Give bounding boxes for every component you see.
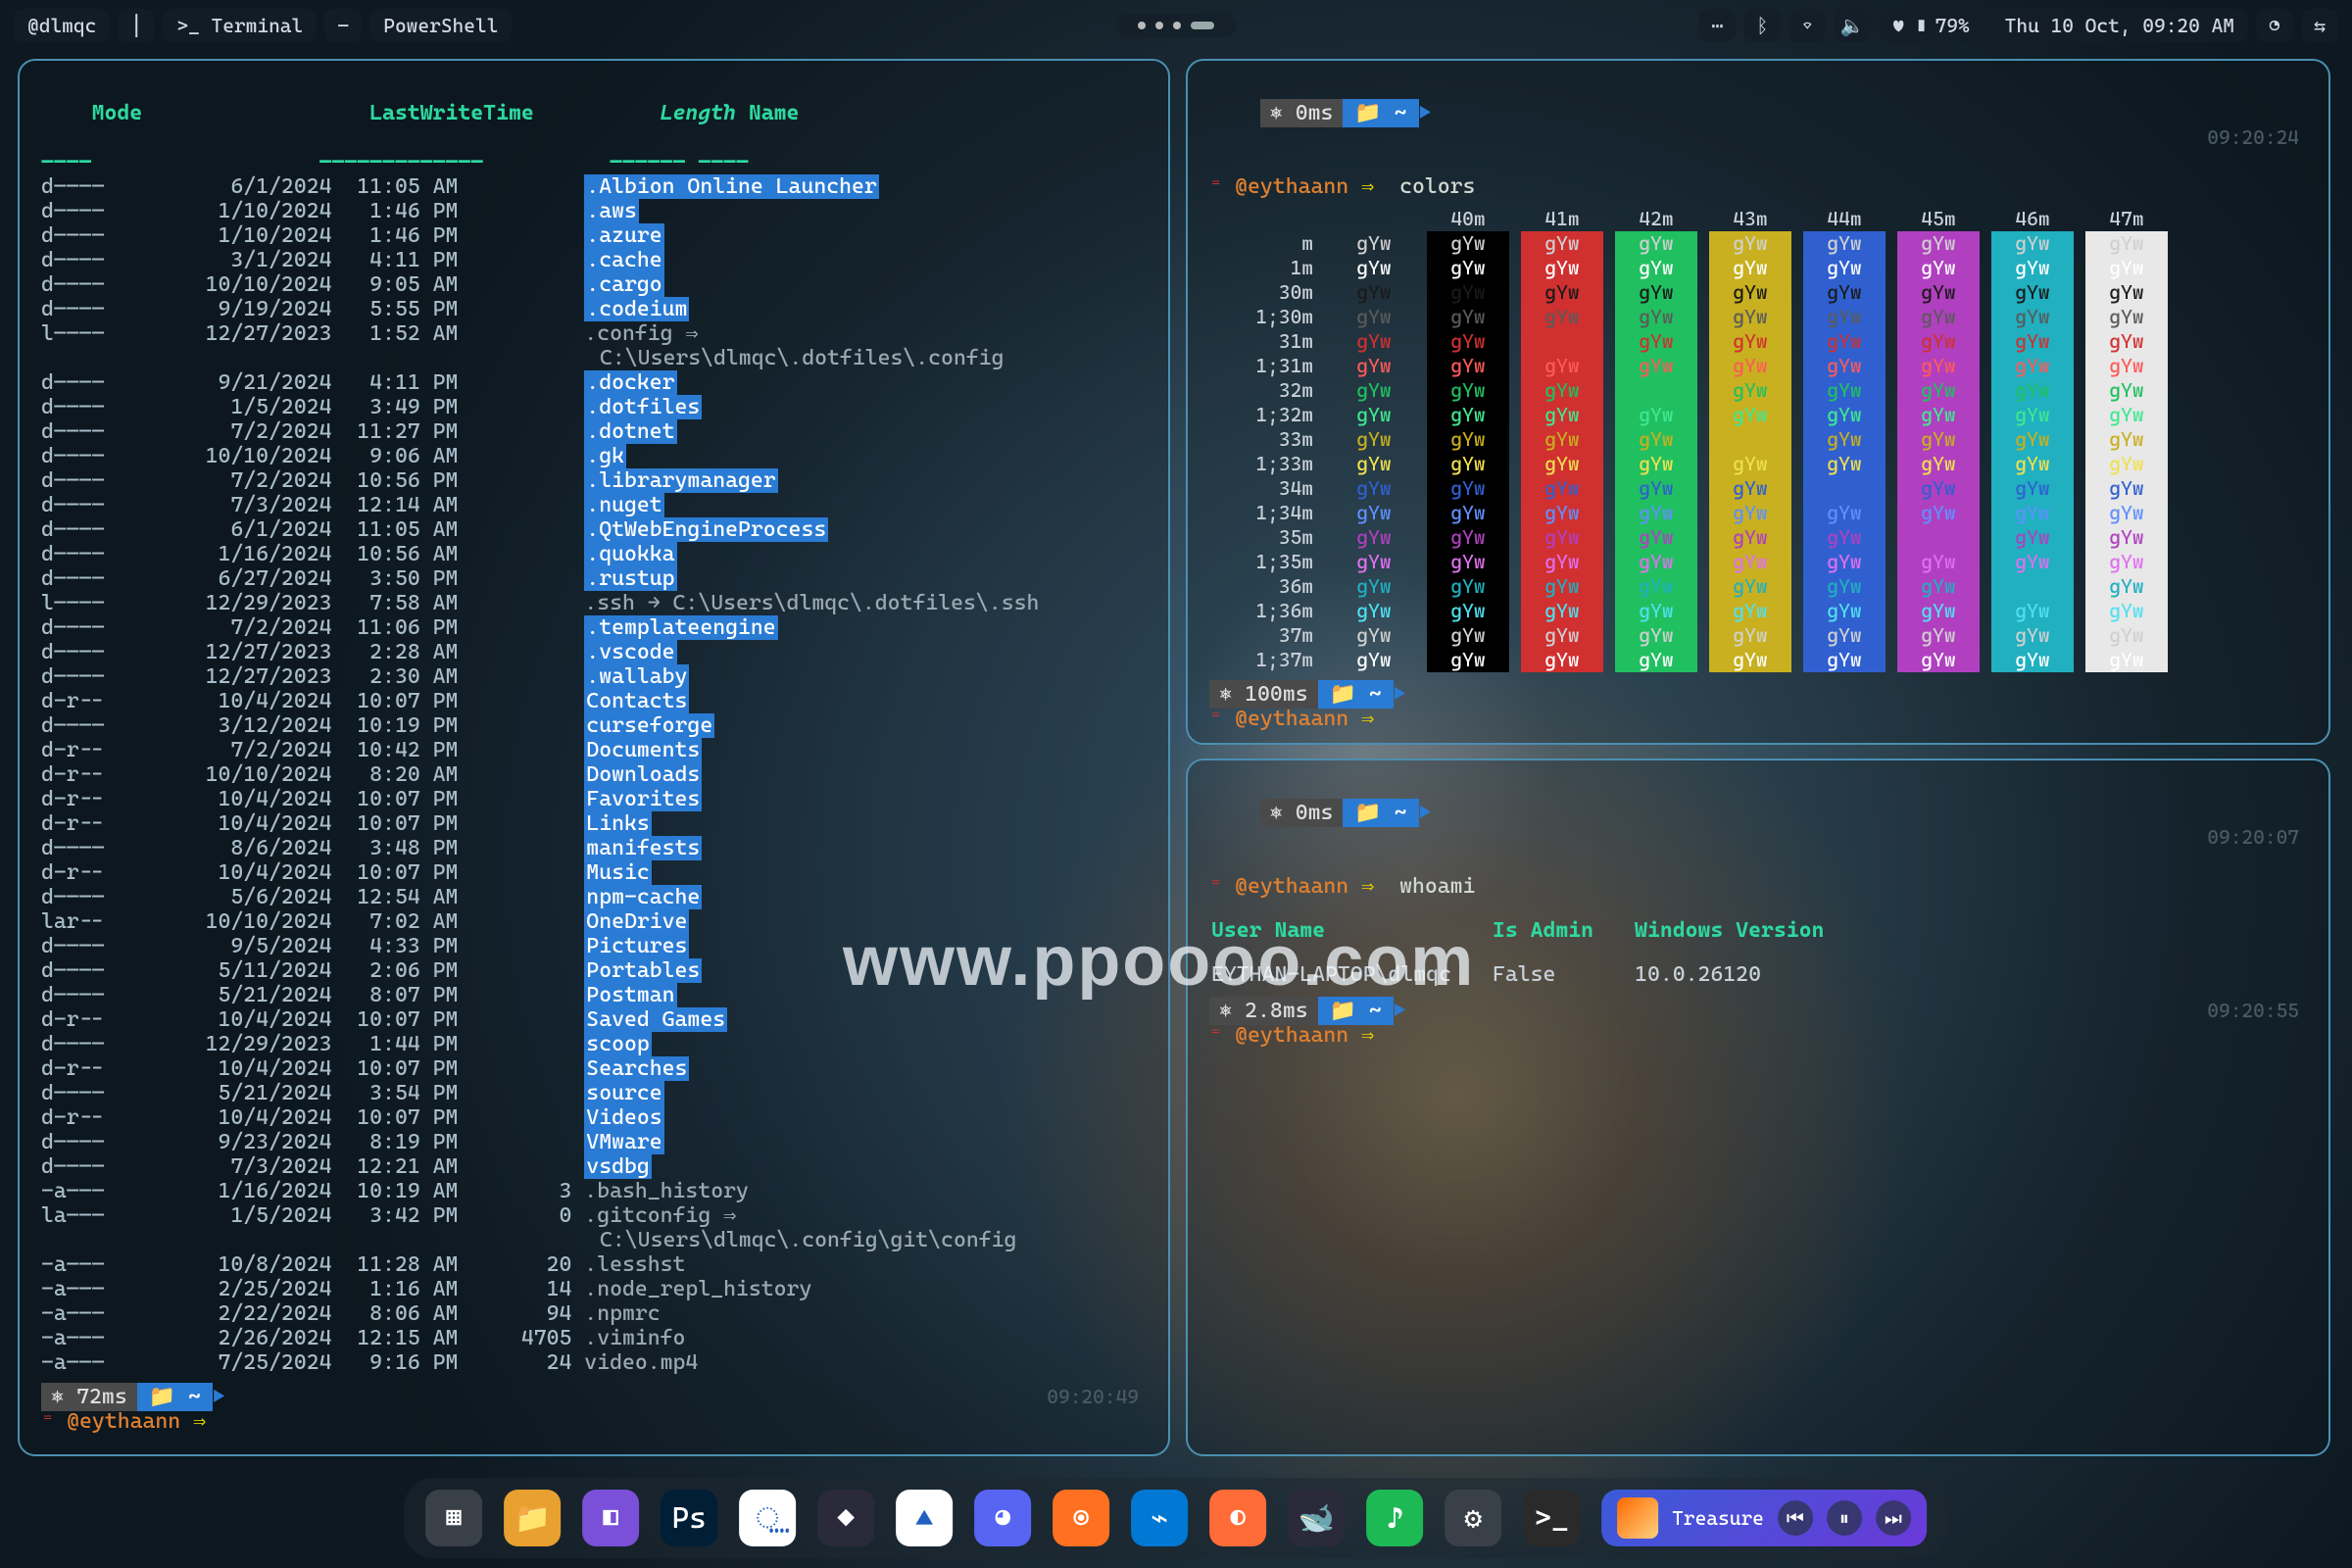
file-row: d———— 5/21/2024 3:54 PM source	[41, 1081, 1147, 1105]
file-row: d———— 7/2/2024 11:27 PM .dotnet	[41, 419, 1147, 444]
file-row: d-r-- 10/4/2024 10:07 PM Saved Games	[41, 1007, 1147, 1032]
file-row: -a——— 2/22/2024 8:06 AM 94 .npmrc	[41, 1301, 1147, 1326]
file-row: d———— 12/27/2023 2:30 AM .wallaby	[41, 664, 1147, 689]
file-row: l———— 12/27/2023 1:52 AM .config ⇒	[41, 321, 1147, 346]
split-icon[interactable]: ⎮	[118, 9, 155, 42]
file-row: d-r-- 10/4/2024 10:07 PM Searches	[41, 1056, 1147, 1081]
file-row: d———— 3/1/2024 4:11 PM .cache	[41, 248, 1147, 272]
file-row: lar-- 10/10/2024 7:02 AM OneDrive	[41, 909, 1147, 934]
volume-icon[interactable]: 🔈	[1834, 9, 1871, 42]
file-row: d———— 12/29/2023 1:44 PM scoop	[41, 1032, 1147, 1056]
terminal-pane-whoami[interactable]: ⎈ 0ms📁 ~▶ 09:20:07 ⁼ @eythaann ⇒ whoami …	[1186, 759, 2330, 1456]
file-row: d———— 6/27/2024 3:50 PM .rustup	[41, 566, 1147, 591]
file-row: d———— 1/10/2024 1:46 PM .azure	[41, 223, 1147, 248]
file-row: d-r-- 10/4/2024 10:07 PM Contacts	[41, 689, 1147, 713]
bell-icon[interactable]: ◔	[2256, 9, 2293, 42]
file-row: d-r-- 10/4/2024 10:07 PM Links	[41, 811, 1147, 836]
file-row: d———— 10/10/2024 9:05 AM .cargo	[41, 272, 1147, 297]
ansi-color-table: 40m41m42m43m44m45m46m47mmgYwgYwgYwgYwgYw…	[1209, 207, 2307, 672]
apps-icon[interactable]: ▦	[425, 1490, 482, 1546]
file-row: d-r-- 10/4/2024 10:07 PM Videos	[41, 1105, 1147, 1130]
media-next-icon[interactable]: ⏭	[1876, 1500, 1911, 1536]
file-row: d———— 1/16/2024 10:56 AM .quokka	[41, 542, 1147, 566]
file-row: -a——— 2/25/2024 1:16 AM 14 .node_repl_hi…	[41, 1277, 1147, 1301]
media-play-icon[interactable]: ⏸	[1827, 1500, 1862, 1536]
tab-terminal[interactable]: >_ Terminal	[163, 9, 317, 42]
file-row: d———— 5/11/2024 2:06 PM Portables	[41, 958, 1147, 983]
user-tag[interactable]: @dlmqc	[14, 9, 110, 42]
prompt-whoami: ⎈ 0ms📁 ~▶ 09:20:07	[1209, 776, 2307, 874]
file-row: -a——— 2/26/2024 12:15 AM 4705 .viminfo	[41, 1326, 1147, 1350]
file-row: d———— 7/2/2024 11:06 PM .templateengine	[41, 615, 1147, 640]
spotify-icon[interactable]: ♪	[1366, 1490, 1423, 1546]
terminal-pane-colors[interactable]: ⎈ 0ms📁 ~▶ 09:20:24 ⁼ @eythaann ⇒ colors …	[1186, 59, 2330, 745]
file-row: d———— 5/21/2024 8:07 PM Postman	[41, 983, 1147, 1007]
obsidian-icon[interactable]: ◆	[817, 1490, 874, 1546]
file-row: -a——— 10/8/2024 11:28 AM 20 .lesshst	[41, 1252, 1147, 1277]
discord-icon[interactable]: ◕	[974, 1490, 1031, 1546]
file-row: d———— 6/1/2024 11:05 AM .Albion Online L…	[41, 174, 1147, 199]
prompt-whoami-2: ⎈ 2.8ms📁 ~▶ 09:20:55	[1209, 999, 2307, 1023]
file-row: d———— 6/1/2024 11:05 AM .QtWebEngineProc…	[41, 517, 1147, 542]
firefox-icon[interactable]: ◉	[1053, 1490, 1109, 1546]
file-row: la——— 1/5/2024 3:42 PM 0 .gitconfig ⇒	[41, 1203, 1147, 1228]
terminal-pane-ls[interactable]: Mode LastWriteTime Length Name ———— ————…	[18, 59, 1170, 1456]
file-row: d-r-- 10/4/2024 10:07 PM Music	[41, 860, 1147, 885]
tab-powershell[interactable]: PowerShell	[369, 9, 512, 42]
file-row: d———— 7/3/2024 12:14 AM .nuget	[41, 493, 1147, 517]
menu-icon[interactable]: ⋯	[1698, 9, 1736, 42]
file-row: d-r-- 7/2/2024 10:42 PM Documents	[41, 738, 1147, 762]
col-lastwritetime: LastWriteTime	[369, 101, 534, 125]
file-row: d———— 3/12/2024 10:19 PM curseforge	[41, 713, 1147, 738]
file-row: d———— 9/21/2024 4:11 PM .docker	[41, 370, 1147, 395]
file-row: d———— 8/6/2024 3:48 PM manifests	[41, 836, 1147, 860]
top-bar: @dlmqc ⎮ >_ Terminal – PowerShell ⋯ ᛒ ⌔ …	[14, 8, 2338, 43]
file-row: -a——— 1/16/2024 10:19 AM 3 .bash_history	[41, 1179, 1147, 1203]
docker-icon[interactable]: 🐋	[1288, 1490, 1345, 1546]
postman-icon[interactable]: ◐	[1209, 1490, 1266, 1546]
screenshot-icon[interactable]: ◧	[582, 1490, 639, 1546]
file-row: d———— 9/5/2024 4:33 PM Pictures	[41, 934, 1147, 958]
photoshop-icon[interactable]: Ps	[661, 1490, 717, 1546]
file-row: d———— 1/5/2024 3:49 PM .dotfiles	[41, 395, 1147, 419]
col-length: Length	[661, 101, 736, 125]
media-title: Treasure	[1672, 1506, 1764, 1530]
taskbar-dock: ▦ 📁 ◧ Ps⵿ ◆ ▲ ◕ ◉ ⌁ ◐ 🐋 ♪ ⚙ >_ Treasure ⏮ ⏸ ⏭	[404, 1478, 1948, 1558]
file-row: -a——— 7/25/2024 9:16 PM 24 video.mp4	[41, 1350, 1147, 1375]
file-row: d———— 5/6/2024 12:54 AM npm-cache	[41, 885, 1147, 909]
file-row: d-r-- 10/4/2024 10:07 PM Favorites	[41, 787, 1147, 811]
minimize-icon[interactable]: –	[324, 9, 362, 42]
file-row: d———— 10/10/2024 9:06 AM .gk	[41, 444, 1147, 468]
battery-indicator[interactable]: ♥ ▮ 79%	[1879, 9, 1983, 42]
vscode-icon[interactable]: ⌁	[1131, 1490, 1188, 1546]
prompt-colors: ⎈ 0ms📁 ~▶ 09:20:24	[1209, 76, 2307, 174]
file-row: d———— 12/27/2023 2:28 AM .vscode	[41, 640, 1147, 664]
file-row: d———— 9/23/2024 8:19 PM VMware	[41, 1130, 1147, 1154]
col-name: Name	[749, 101, 800, 125]
files-icon[interactable]: 📁	[504, 1490, 561, 1546]
file-row: d———— 7/2/2024 10:56 PM .librarymanager	[41, 468, 1147, 493]
azure-icon[interactable]: ▲	[896, 1490, 953, 1546]
whoami-table: User NameIs AdminWindows Version EYTHAN-…	[1209, 916, 1865, 989]
toggle-icon[interactable]: ⇆	[2301, 9, 2338, 42]
prompt-colors-2: ⎈ 100ms📁 ~▶	[1209, 682, 2307, 707]
media-widget[interactable]: Treasure ⏮ ⏸ ⏭	[1601, 1490, 1927, 1546]
file-row: d———— 9/19/2024 5:55 PM .codeium	[41, 297, 1147, 321]
settings-icon[interactable]: ⚙	[1445, 1490, 1501, 1546]
file-row: d-r-- 10/10/2024 8:20 AM Downloads	[41, 762, 1147, 787]
file-row: d———— 1/10/2024 1:46 PM .aws	[41, 199, 1147, 223]
bluetooth-icon[interactable]: ᛒ	[1743, 9, 1781, 42]
wifi-icon[interactable]: ⌔	[1788, 9, 1826, 42]
file-row: l———— 12/29/2023 7:58 AM .ssh → C:\Users…	[41, 591, 1147, 615]
terminal-icon[interactable]: >_	[1523, 1490, 1580, 1546]
center-pill[interactable]	[1116, 14, 1236, 37]
slack-icon[interactable]: ⵿	[739, 1490, 796, 1546]
col-mode: Mode	[92, 101, 143, 125]
file-row: d———— 7/3/2024 12:21 AM vsdbg	[41, 1154, 1147, 1179]
media-prev-icon[interactable]: ⏮	[1778, 1500, 1813, 1536]
clock[interactable]: Thu 10 Oct, 09:20 AM	[1991, 9, 2248, 42]
prompt-left: ⎈ 72ms📁 ~▶ 09:20:49	[41, 1385, 1147, 1409]
